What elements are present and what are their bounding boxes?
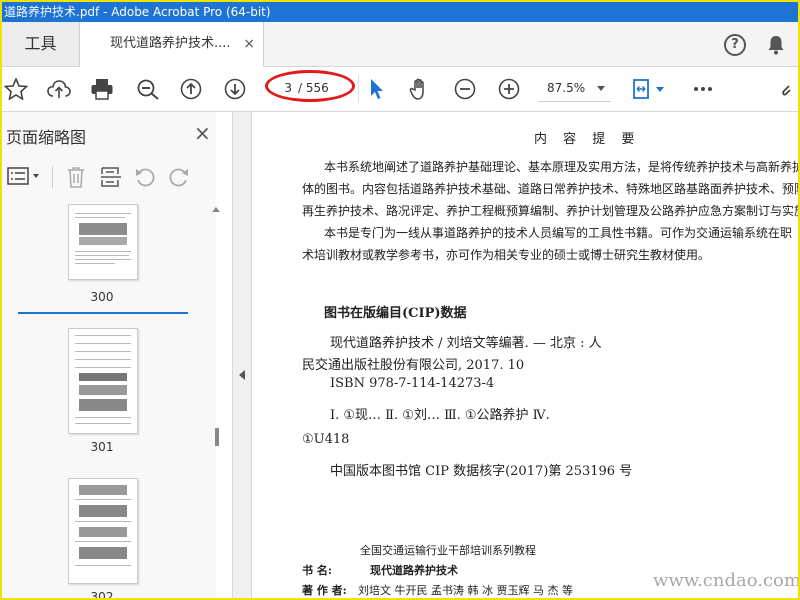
sidebar-scroll-up-icon[interactable] bbox=[212, 207, 220, 212]
print-icon[interactable] bbox=[90, 78, 114, 100]
select-cursor-icon[interactable] bbox=[368, 78, 386, 100]
rotate-clockwise-icon[interactable] bbox=[168, 166, 190, 188]
thumbnail-list: 300 301 302 bbox=[2, 204, 216, 598]
page-thumbnail[interactable] bbox=[68, 478, 138, 584]
help-icon[interactable]: ? bbox=[724, 34, 746, 56]
class-code: ①U418 bbox=[302, 432, 350, 447]
link-icon[interactable] bbox=[780, 78, 798, 100]
cip-record: 中国版本图书馆 CIP 数据核字(2017)第 253196 号 bbox=[330, 464, 633, 479]
summary-line: 本书是专门为一线从事道路养护的技术人员编写的工具性书籍。可作为交通运输系统在职 bbox=[324, 226, 793, 240]
next-page-icon[interactable] bbox=[223, 78, 247, 100]
trash-icon[interactable] bbox=[66, 166, 86, 188]
thumbnail-page-number: 302 bbox=[90, 590, 114, 598]
zoom-in-icon[interactable] bbox=[497, 78, 521, 100]
watermark-bottom: www.cndao.com bbox=[653, 570, 800, 591]
zoom-level-value: 87.5% bbox=[547, 81, 586, 95]
classification: Ⅰ. ①现… Ⅱ. ①刘… Ⅲ. ①公路养护 Ⅳ. bbox=[330, 408, 550, 423]
thumbnail-page-number: 301 bbox=[90, 440, 114, 454]
title-bar: 道路养护技术.pdf - Adobe Acrobat Pro (64-bit) bbox=[2, 2, 798, 22]
pdf-page: 内 容 提 要 本书系统地阐述了道路养护基础理论、基本原理及实用方法，是将传统养… bbox=[252, 112, 798, 598]
sidebar-title: 页面缩略图 bbox=[6, 128, 87, 147]
isbn: ISBN 978-7-114-14273-4 bbox=[330, 376, 495, 391]
bell-icon[interactable] bbox=[767, 35, 785, 55]
thumbnail-page-number: 300 bbox=[90, 290, 114, 304]
tab-bar: 工具 现代道路养护技术.... × ? bbox=[2, 22, 798, 67]
tab-document-label: 现代道路养护技术.... bbox=[110, 36, 231, 51]
zoom-level-dropdown[interactable]: 87.5% bbox=[539, 75, 611, 102]
rotate-counterclockwise-icon[interactable] bbox=[134, 166, 156, 188]
chevron-down-icon bbox=[597, 86, 605, 91]
app-window: 道路养护技术.pdf - Adobe Acrobat Pro (64-bit) … bbox=[0, 0, 800, 600]
summary-line: 本书系统地阐述了道路养护基础理论、基本原理及实用方法，是将传统养护技术与高新养护 bbox=[324, 160, 798, 174]
tab-close-icon[interactable]: × bbox=[243, 22, 255, 66]
page-thumbnails-panel: 页面缩略图 × 300 301 302 bbox=[2, 112, 220, 598]
insert-page-icon[interactable] bbox=[100, 166, 122, 188]
book-name: 现代道路养护技术 bbox=[370, 564, 458, 577]
cip-title: 图书在版编目(CIP)数据 bbox=[324, 306, 467, 321]
summary-heading: 内 容 提 要 bbox=[534, 132, 641, 147]
tab-document[interactable]: 现代道路养护技术.... × bbox=[80, 22, 264, 67]
authors: 刘培文 牛开民 孟书涛 韩 冰 贾玉辉 马 杰 等 bbox=[358, 584, 573, 597]
zoom-out-magnifier-icon[interactable] bbox=[136, 78, 160, 100]
tab-tools[interactable]: 工具 bbox=[2, 22, 80, 66]
thumbnail-selection-indicator bbox=[18, 312, 188, 314]
zoom-out-icon[interactable] bbox=[453, 78, 477, 100]
sidebar-close-icon[interactable]: × bbox=[194, 121, 211, 145]
fit-page-icon[interactable] bbox=[632, 78, 666, 100]
page-thumbnail[interactable] bbox=[68, 204, 138, 280]
panel-splitter[interactable] bbox=[232, 112, 252, 598]
main-toolbar: 3 / 556 87.5% bbox=[2, 67, 798, 112]
document-view[interactable]: 内 容 提 要 本书系统地阐述了道路养护基础理论、基本原理及实用方法，是将传统养… bbox=[252, 112, 798, 598]
thumbnail-options-icon[interactable] bbox=[6, 166, 42, 186]
upload-cloud-icon[interactable] bbox=[46, 78, 72, 100]
summary-line: 体的图书。内容包括道路养护技术基础、道路日常养护技术、特殊地区路基路面养护技术、… bbox=[302, 182, 798, 196]
sidebar-scrollbar[interactable] bbox=[215, 428, 219, 446]
page-thumbnail[interactable] bbox=[68, 328, 138, 434]
cip-line: 现代道路养护技术 / 刘培文等编著. — 北京 : 人 bbox=[330, 336, 602, 351]
series-title: 全国交通运输行业干部培训系列教程 bbox=[360, 544, 536, 557]
red-annotation-oval bbox=[265, 70, 355, 102]
hand-tool-icon[interactable] bbox=[408, 78, 432, 100]
summary-line: 术培训教材或教学参考书，亦可作为相关专业的硕士或博士研究生教材使用。 bbox=[302, 248, 711, 262]
star-icon[interactable] bbox=[4, 78, 28, 100]
summary-line: 再生养护技术、路况评定、养护工程概预算编制、养护计划管理及公路养护应急方案制订与… bbox=[302, 204, 798, 218]
book-name-label: 书 名: bbox=[302, 564, 332, 577]
sidebar-tool-divider bbox=[52, 166, 53, 188]
sidebar-toolbar bbox=[2, 156, 216, 196]
authors-label: 著 作 者: bbox=[302, 584, 347, 597]
more-options-icon[interactable] bbox=[692, 78, 714, 100]
collapse-panel-icon[interactable] bbox=[239, 370, 245, 380]
toolbar-divider bbox=[358, 75, 359, 103]
cip-line: 民交通出版社股份有限公司, 2017. 10 bbox=[302, 358, 525, 373]
previous-page-icon[interactable] bbox=[179, 78, 203, 100]
